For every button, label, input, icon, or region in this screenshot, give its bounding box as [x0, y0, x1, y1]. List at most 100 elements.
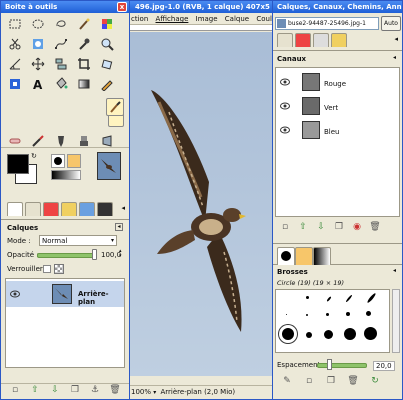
zoom-dropdown-icon[interactable]: ▾: [153, 389, 156, 396]
new-layer-icon[interactable]: ▫: [9, 384, 21, 396]
tab-undo[interactable]: [61, 202, 77, 216]
rotate-tool[interactable]: [99, 56, 115, 72]
ellipse-select-tool[interactable]: [30, 16, 46, 32]
opacity-spinner-icon[interactable]: ▴ ▾: [119, 249, 122, 259]
color-select-tool[interactable]: [99, 16, 115, 32]
tab-paths[interactable]: [43, 202, 59, 216]
layer-name[interactable]: Arrière-plan: [78, 290, 124, 306]
raise-layer-icon[interactable]: ⇧: [29, 384, 41, 396]
duplicate-channel-icon[interactable]: ❐: [333, 221, 345, 233]
dock-tab-channels[interactable]: [295, 33, 311, 47]
zoom-level[interactable]: 100%: [131, 388, 151, 396]
gradient-indicator[interactable]: [51, 170, 81, 180]
channel-row-vert[interactable]: Vert: [276, 96, 399, 118]
duplicate-layer-icon[interactable]: ❐: [69, 384, 81, 396]
auto-button[interactable]: Auto: [381, 16, 401, 31]
layer-row[interactable]: Arrière-plan: [6, 281, 124, 307]
menu-item-calque[interactable]: Calque: [225, 15, 249, 23]
crop-tool[interactable]: [76, 56, 92, 72]
delete-layer-icon[interactable]: 🗑: [109, 384, 121, 396]
menu-item-image[interactable]: Image: [196, 15, 218, 23]
move-tool[interactable]: [30, 56, 46, 72]
lower-channel-icon[interactable]: ⇩: [315, 221, 327, 233]
spacing-value[interactable]: 20,0: [373, 361, 395, 371]
tab-channels[interactable]: [25, 202, 41, 216]
pattern-indicator[interactable]: [67, 154, 81, 168]
brush-grid-scrollbar[interactable]: [392, 289, 400, 353]
brush-item[interactable]: [326, 296, 332, 302]
toolbox-close-button[interactable]: x: [117, 2, 127, 12]
selected-paintbrush-tool[interactable]: [106, 98, 124, 116]
brush-item[interactable]: [364, 327, 377, 340]
brush-item[interactable]: [346, 312, 350, 316]
foreground-color-swatch[interactable]: [7, 154, 29, 174]
text-tool[interactable]: A: [30, 76, 46, 92]
image-select[interactable]: buse2-94487-25496.jpg-1: [275, 17, 379, 30]
dock-tab-paths[interactable]: [313, 33, 329, 47]
patterns-tab[interactable]: [295, 247, 313, 265]
tab-images[interactable]: [97, 202, 113, 216]
brush-item[interactable]: [366, 311, 371, 316]
dock-tab-undo[interactable]: [331, 33, 347, 47]
dock-tab-layers[interactable]: [277, 33, 293, 47]
brush-item[interactable]: [306, 332, 312, 338]
edit-brush-icon[interactable]: ✎: [281, 375, 293, 387]
new-channel-icon[interactable]: ▫: [279, 221, 291, 233]
opacity-slider-handle[interactable]: [92, 249, 97, 260]
channel-visibility-eye-icon[interactable]: [280, 126, 290, 134]
channel-row-rouge[interactable]: Rouge: [276, 72, 399, 94]
tab-layers[interactable]: [7, 202, 23, 216]
scissors-tool[interactable]: [7, 36, 23, 52]
brush-item[interactable]: [345, 294, 353, 303]
tab-devices[interactable]: [79, 202, 95, 216]
swap-colors-icon[interactable]: ↻: [31, 152, 37, 160]
delete-channel-icon[interactable]: 🗑: [369, 221, 381, 233]
brush-item[interactable]: [344, 328, 356, 340]
measure-tool[interactable]: [7, 56, 23, 72]
lasso-tool[interactable]: [53, 16, 69, 32]
ink-tool[interactable]: [53, 133, 69, 149]
duplicate-brush-icon[interactable]: ❐: [325, 375, 337, 387]
brush-item[interactable]: [326, 313, 329, 316]
foreground-select-tool[interactable]: [30, 36, 46, 52]
lower-layer-icon[interactable]: ⇩: [49, 384, 61, 396]
airbrush-tool[interactable]: [30, 133, 46, 149]
image-canvas[interactable]: [129, 32, 273, 376]
mode-select[interactable]: Normal ▾: [39, 235, 117, 246]
rect-select-tool[interactable]: [7, 16, 23, 32]
bucket-fill-tool[interactable]: [53, 76, 69, 92]
brushes-menu-icon[interactable]: ◂: [393, 267, 396, 274]
dock-titlebar[interactable]: Calques, Canaux, Chemins, Ann...: [273, 1, 402, 13]
active-image-thumbnail[interactable]: [97, 152, 121, 180]
fuzzy-select-tool[interactable]: [76, 16, 92, 32]
pencil-tool[interactable]: [99, 76, 115, 92]
brush-item-selected[interactable]: [282, 328, 294, 340]
brush-item[interactable]: [306, 296, 309, 299]
menu-item-couleurs[interactable]: Couleu: [256, 15, 273, 23]
brush-item[interactable]: [286, 314, 287, 315]
color-picker-tool[interactable]: [76, 36, 92, 52]
menu-item-affichage[interactable]: Affichage: [156, 15, 189, 23]
blend-tool[interactable]: [76, 76, 92, 92]
menu-item-action[interactable]: ction: [131, 15, 148, 23]
toolbox-titlebar[interactable]: Boite à outils x: [1, 1, 129, 13]
perspective-clone-tool[interactable]: [99, 133, 115, 149]
delete-brush-icon[interactable]: 🗑: [347, 375, 359, 387]
refresh-brushes-icon[interactable]: ↻: [369, 375, 381, 387]
raise-channel-icon[interactable]: ⇧: [297, 221, 309, 233]
brush-indicator[interactable]: [51, 154, 65, 168]
lock-alpha-checkbox[interactable]: [43, 265, 51, 273]
spacing-slider[interactable]: [317, 363, 367, 368]
dock-tab-menu-icon[interactable]: ◂: [394, 35, 398, 43]
spacing-slider-handle[interactable]: [327, 359, 332, 370]
anchor-layer-icon[interactable]: ⚓: [89, 384, 101, 396]
scale-tool[interactable]: [7, 76, 23, 92]
clone-tool[interactable]: [76, 133, 92, 149]
layers-panel-menu-icon[interactable]: ◂: [115, 223, 123, 231]
heal-tool[interactable]: [7, 133, 23, 149]
image-window-titlebar[interactable]: 496.jpg-1.0 (RVB, 1 calque) 407x5: [129, 1, 273, 13]
brush-item[interactable]: [306, 314, 308, 316]
gradients-tab[interactable]: [313, 247, 331, 265]
brush-item[interactable]: [366, 292, 377, 304]
zoom-tool[interactable]: [99, 36, 115, 52]
